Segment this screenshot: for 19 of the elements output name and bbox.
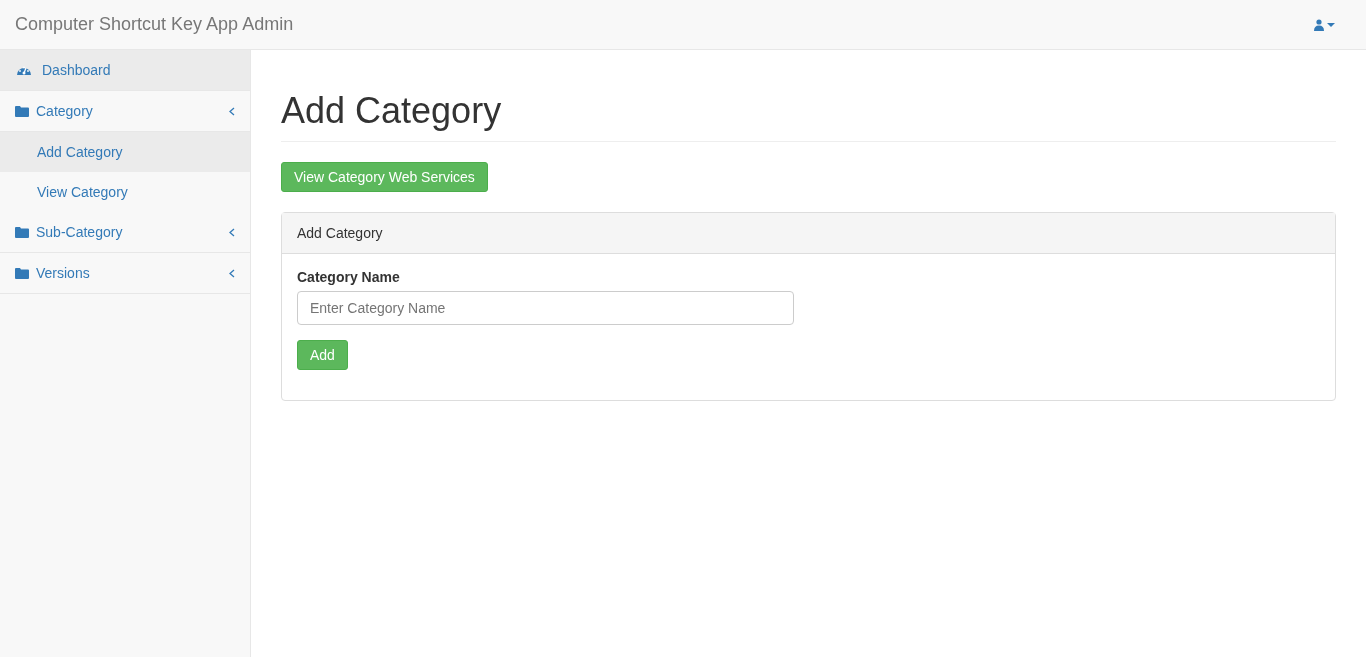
sidebar-item[interactable]: Dashboard [0, 50, 250, 91]
sidebar-item[interactable]: Versions [0, 253, 250, 294]
field-label: Category Name [297, 269, 400, 285]
page-title: Add Category [281, 90, 1336, 142]
folder-icon [15, 105, 29, 117]
sidebar-item[interactable]: Sub-Category [0, 212, 250, 253]
add-button[interactable]: Add [297, 340, 348, 370]
speedometer-icon [16, 64, 32, 76]
folder-icon [15, 267, 29, 279]
chevron-left-icon [229, 106, 235, 116]
app-brand[interactable]: Computer Shortcut Key App Admin [15, 14, 294, 35]
folder-icon [15, 226, 29, 238]
chevron-left-icon [229, 268, 235, 278]
category-name-field[interactable]: Enter Category Name [297, 291, 794, 325]
view-services-button[interactable]: View Category Web Services [281, 162, 488, 192]
panel-heading: Add Category [282, 213, 1335, 254]
sidebar-subitem[interactable]: View Category [0, 172, 250, 212]
sidebar-subitem[interactable]: Add Category [0, 132, 250, 172]
chevron-left-icon [229, 227, 235, 237]
